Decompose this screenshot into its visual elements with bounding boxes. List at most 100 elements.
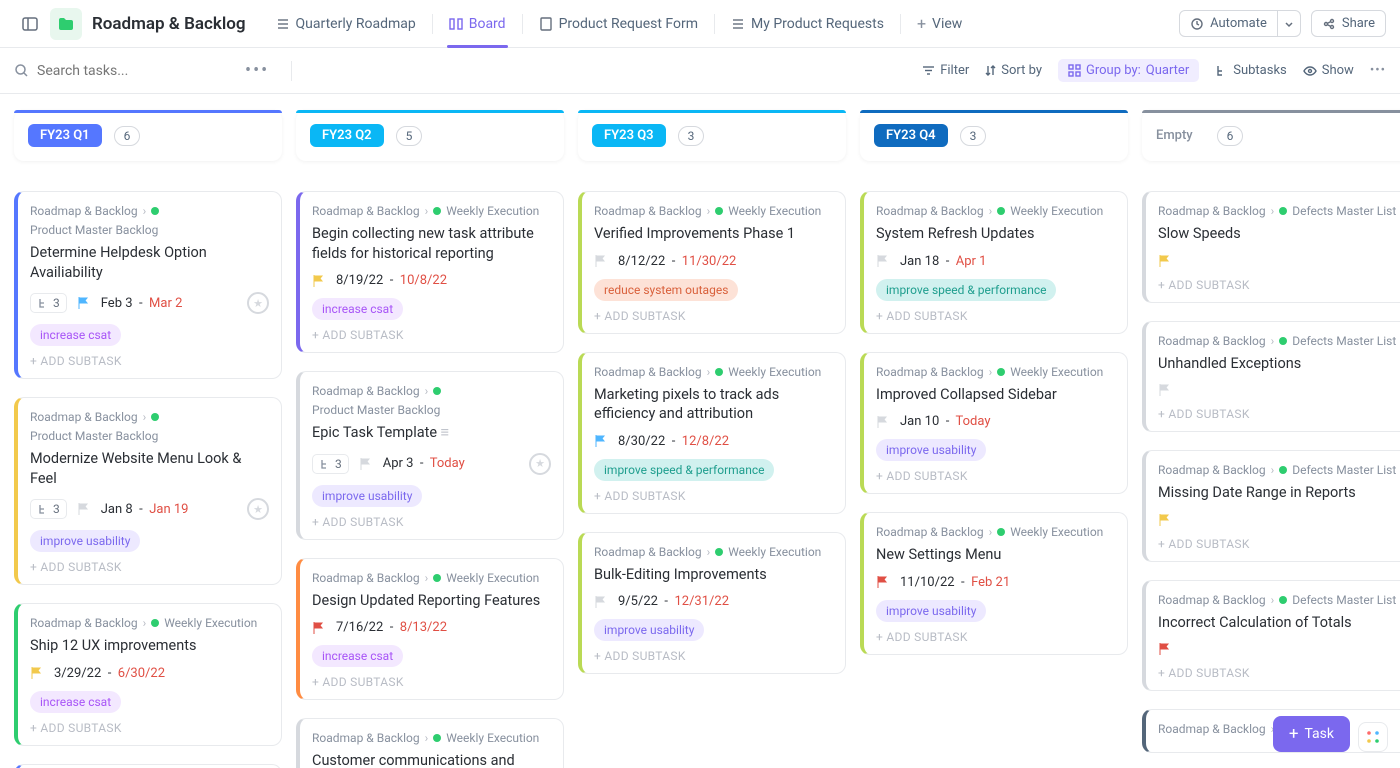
column-header[interactable]: Empty 6 [1142, 110, 1400, 161]
status-dot-icon [433, 574, 441, 582]
column-header[interactable]: FY23 Q4 3 [860, 110, 1128, 161]
add-view-button[interactable]: + View [905, 8, 974, 39]
add-subtask-button[interactable]: + ADD SUBTASK [1158, 407, 1397, 421]
task-card[interactable]: Roadmap & Backlog› Defects Master List I… [1142, 580, 1400, 692]
automate-button[interactable]: Automate [1179, 10, 1278, 37]
column-label: FY23 Q1 [28, 124, 102, 147]
task-card[interactable]: Roadmap & Backlog› Defects Master List M… [1142, 450, 1400, 562]
add-subtask-button[interactable]: + ADD SUBTASK [594, 649, 833, 663]
view-product-request-form[interactable]: Product Request Form [527, 10, 710, 38]
filter-button[interactable]: Filter [922, 63, 969, 78]
card-title: Begin collecting new task attribute fiel… [312, 224, 551, 263]
add-subtask-button[interactable]: + ADD SUBTASK [594, 489, 833, 503]
crumb-location: Defects Master List [1292, 204, 1396, 218]
task-card[interactable]: Roadmap & Backlog› Product Master Backlo… [14, 191, 282, 379]
crumb-location: Weekly Execution [1010, 204, 1103, 218]
add-subtask-button[interactable]: + ADD SUBTASK [30, 560, 269, 574]
task-card[interactable]: Roadmap & Backlog› Product Master Backlo… [14, 764, 282, 768]
crumb-location: Defects Master List [1292, 593, 1396, 607]
star-icon[interactable]: ★ [247, 292, 269, 314]
card-list: Roadmap & Backlog› Weekly Execution Begi… [296, 191, 564, 768]
add-subtask-button[interactable]: + ADD SUBTASK [876, 309, 1115, 323]
folder-icon[interactable] [50, 8, 82, 40]
add-subtask-button[interactable]: + ADD SUBTASK [1158, 666, 1397, 680]
more-icon[interactable]: ••• [245, 60, 269, 81]
task-card[interactable]: Roadmap & Backlog› Weekly Execution Impr… [860, 352, 1128, 495]
tag[interactable]: increase csat [312, 298, 403, 320]
subtask-icon [37, 297, 49, 309]
subtask-count[interactable]: 3 [312, 454, 349, 474]
tag[interactable]: improve usability [594, 619, 704, 641]
task-card[interactable]: Roadmap & Backlog› Weekly Execution Cust… [296, 718, 564, 768]
column-header[interactable]: FY23 Q1 6 [14, 110, 282, 161]
add-subtask-button[interactable]: + ADD SUBTASK [312, 515, 551, 529]
task-card[interactable]: Roadmap & Backlog› Weekly Execution Bulk… [578, 532, 846, 675]
add-subtask-button[interactable]: + ADD SUBTASK [312, 675, 551, 689]
search-input[interactable] [37, 63, 217, 79]
new-task-button[interactable]: +Task [1273, 716, 1350, 752]
tag[interactable]: improve usability [876, 439, 986, 461]
crumb-root: Roadmap & Backlog [312, 384, 420, 398]
task-card[interactable]: Roadmap & Backlog› Product Master Backlo… [296, 371, 564, 540]
view-quarterly-roadmap[interactable]: Quarterly Roadmap [264, 10, 428, 38]
flag-icon [312, 274, 326, 288]
task-card[interactable]: Roadmap & Backlog› Defects Master List S… [1142, 191, 1400, 303]
task-card[interactable]: Roadmap & Backlog› Weekly Execution Syst… [860, 191, 1128, 334]
breadcrumb: Roadmap & Backlog› Product Master Backlo… [30, 204, 269, 237]
date-range: 8/30/22 - 12/8/22 [618, 434, 729, 449]
sidebar-toggle-icon[interactable] [14, 8, 46, 40]
tag[interactable]: improve speed & performance [594, 459, 774, 481]
crumb-root: Roadmap & Backlog [1158, 722, 1266, 736]
star-icon[interactable]: ★ [529, 453, 551, 475]
task-card[interactable]: Roadmap & Backlog› Weekly Execution Ship… [14, 603, 282, 746]
show-button[interactable]: Show [1303, 63, 1354, 78]
tag[interactable]: improve usability [312, 485, 422, 507]
task-card[interactable]: Roadmap & Backlog› Weekly Execution Veri… [578, 191, 846, 334]
tag[interactable]: reduce system outages [594, 279, 738, 301]
card-list: Roadmap & Backlog› Product Master Backlo… [14, 191, 282, 768]
tag[interactable]: increase csat [312, 645, 403, 667]
add-subtask-button[interactable]: + ADD SUBTASK [1158, 278, 1397, 292]
view-my-product-requests[interactable]: My Product Requests [719, 10, 896, 38]
task-card[interactable]: Roadmap & Backlog› Weekly Execution Desi… [296, 558, 564, 701]
search-icon [14, 63, 29, 78]
tag[interactable]: increase csat [30, 324, 121, 346]
subtask-count[interactable]: 3 [30, 499, 67, 519]
add-subtask-button[interactable]: + ADD SUBTASK [594, 309, 833, 323]
toolbar: ••• Filter Sort by Group by: Quarter Sub… [0, 48, 1400, 94]
task-card[interactable]: Roadmap & Backlog› Product Master Backlo… [14, 397, 282, 585]
groupby-value: Quarter [1146, 63, 1189, 78]
subtask-count[interactable]: 3 [30, 293, 67, 313]
card-title: Customer communications and [312, 751, 551, 768]
tag[interactable]: increase csat [30, 691, 121, 713]
view-board[interactable]: Board [437, 10, 518, 38]
sortby-button[interactable]: Sort by [985, 63, 1042, 78]
toolbar-more-icon[interactable]: ••• [1370, 63, 1386, 78]
column-header[interactable]: FY23 Q3 3 [578, 110, 846, 161]
groupby-button[interactable]: Group by: Quarter [1058, 59, 1199, 82]
tag[interactable]: improve usability [30, 530, 140, 552]
task-card[interactable]: Roadmap & Backlog› Weekly Execution Mark… [578, 352, 846, 514]
crumb-root: Roadmap & Backlog [312, 571, 420, 585]
task-card[interactable]: Roadmap & Backlog› Weekly Execution New … [860, 512, 1128, 655]
tag[interactable]: improve speed & performance [876, 279, 1056, 301]
add-subtask-button[interactable]: + ADD SUBTASK [30, 354, 269, 368]
breadcrumb: Roadmap & Backlog› Product Master Backlo… [312, 384, 551, 417]
subtasks-button[interactable]: Subtasks [1215, 63, 1287, 78]
share-button[interactable]: Share [1311, 10, 1386, 37]
automate-dropdown[interactable] [1278, 10, 1301, 37]
add-subtask-button[interactable]: + ADD SUBTASK [876, 469, 1115, 483]
card-list: Roadmap & Backlog› Weekly Execution Veri… [578, 191, 846, 714]
add-subtask-button[interactable]: + ADD SUBTASK [30, 721, 269, 735]
crumb-location: Weekly Execution [1010, 525, 1103, 539]
task-card[interactable]: Roadmap & Backlog› Defects Master List U… [1142, 321, 1400, 433]
card-title: Improved Collapsed Sidebar [876, 385, 1115, 405]
star-icon[interactable]: ★ [247, 498, 269, 520]
add-subtask-button[interactable]: + ADD SUBTASK [1158, 537, 1397, 551]
add-subtask-button[interactable]: + ADD SUBTASK [876, 630, 1115, 644]
tag[interactable]: improve usability [876, 600, 986, 622]
task-card[interactable]: Roadmap & Backlog› Weekly Execution Begi… [296, 191, 564, 353]
add-subtask-button[interactable]: + ADD SUBTASK [312, 328, 551, 342]
apps-button[interactable] [1358, 722, 1388, 752]
column-header[interactable]: FY23 Q2 5 [296, 110, 564, 161]
